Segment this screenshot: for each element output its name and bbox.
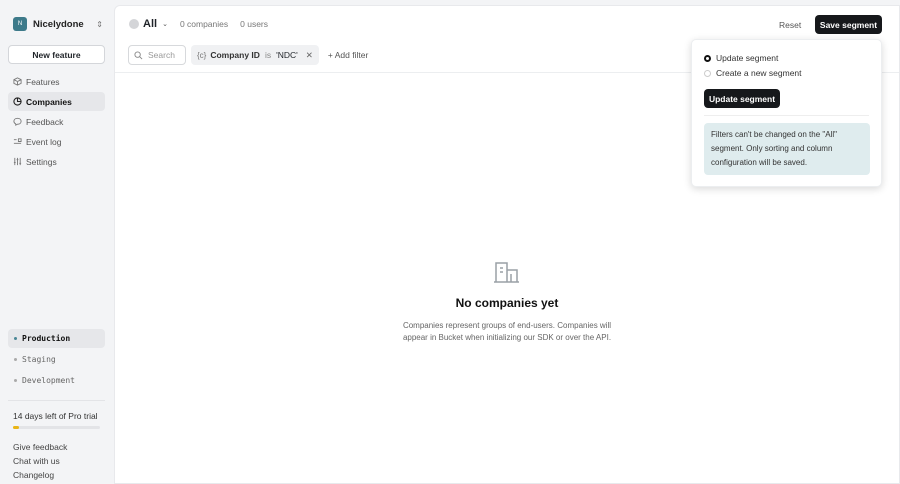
env-dot-icon xyxy=(14,337,17,340)
companies-count: 0 companies xyxy=(179,19,229,29)
environment-list: Production Staging Development xyxy=(8,329,105,392)
sidebar-item-label: Features xyxy=(26,76,60,87)
env-staging[interactable]: Staging xyxy=(8,350,105,369)
env-label: Production xyxy=(22,334,71,343)
trial-progress-bar xyxy=(13,426,100,429)
empty-description: Companies represent groups of end-users.… xyxy=(115,320,899,344)
env-development[interactable]: Development xyxy=(8,371,105,390)
sidebar-item-feedback[interactable]: Feedback xyxy=(8,112,105,131)
info-note: Filters can't be changed on the "All" se… xyxy=(704,123,870,175)
trial-progress-fill xyxy=(13,426,20,429)
divider xyxy=(8,400,105,401)
give-feedback-link[interactable]: Give feedback xyxy=(13,442,67,456)
search-input[interactable]: Search xyxy=(128,45,186,65)
divider xyxy=(704,115,869,116)
chevron-down-icon[interactable]: ⌄ xyxy=(162,20,168,28)
empty-line: Companies represent groups of end-users.… xyxy=(402,321,612,330)
org-avatar: N xyxy=(13,17,27,31)
filter-chip[interactable]: {c} Company ID is 'NDC' ✕ xyxy=(191,45,319,65)
env-dot-icon xyxy=(14,358,17,361)
pie-icon xyxy=(13,97,22,106)
radio-unchecked-icon xyxy=(704,69,711,77)
search-icon xyxy=(134,50,143,59)
new-feature-button[interactable]: New feature xyxy=(8,45,105,64)
add-filter-button[interactable]: + Add filter xyxy=(328,50,368,60)
filter-value: 'NDC' xyxy=(276,50,298,60)
env-production[interactable]: Production xyxy=(8,329,105,348)
radio-label: Update segment xyxy=(716,53,779,63)
empty-line: appear in Bucket when initializing our S… xyxy=(402,333,612,342)
sidebar-item-label: Feedback xyxy=(26,116,64,127)
sidebar-item-label: Event log xyxy=(26,136,62,147)
chat-with-us-link[interactable]: Chat with us xyxy=(13,456,67,470)
sidebar-item-label: Companies xyxy=(26,96,72,107)
update-segment-button[interactable]: Update segment xyxy=(704,89,780,108)
chevron-updown-icon: ⇕ xyxy=(96,19,103,29)
sidebar-item-event-log[interactable]: Event log xyxy=(8,132,105,151)
sidebar: N Nicelydone ⇕ New feature Features Comp… xyxy=(0,0,114,484)
filter-field: Company ID xyxy=(210,50,260,60)
remove-filter-icon[interactable]: ✕ xyxy=(306,50,313,61)
org-name: Nicelydone xyxy=(33,18,84,30)
search-placeholder: Search xyxy=(148,50,175,60)
sidebar-item-settings[interactable]: Settings xyxy=(8,152,105,171)
chat-bubble-icon xyxy=(13,117,22,126)
segment-color-icon xyxy=(129,19,139,29)
plus-icon: + xyxy=(327,50,335,60)
users-count: 0 users xyxy=(240,19,269,29)
reset-button[interactable]: Reset xyxy=(779,20,801,30)
attribute-icon: {c} xyxy=(197,50,207,60)
save-segment-popover: Update segment Create a new segment Upda… xyxy=(691,39,882,187)
radio-label: Create a new segment xyxy=(716,68,802,78)
create-segment-radio[interactable]: Create a new segment xyxy=(704,68,802,78)
empty-state: No companies yet Companies represent gro… xyxy=(115,260,899,344)
org-switcher[interactable]: N Nicelydone ⇕ xyxy=(13,17,103,31)
empty-title: No companies yet xyxy=(455,296,559,310)
filter-operator: is xyxy=(264,50,272,60)
env-label: Staging xyxy=(22,355,56,364)
sidebar-nav: Features Companies Feedback Event log Se… xyxy=(8,72,105,172)
segment-selector[interactable]: All xyxy=(143,18,157,30)
sidebar-item-companies[interactable]: Companies xyxy=(8,92,105,111)
sidebar-item-label: Settings xyxy=(26,156,57,167)
building-icon xyxy=(494,262,519,283)
filter-bar: Search {c} Company ID is 'NDC' ✕ + Add f… xyxy=(128,45,368,65)
radio-checked-icon xyxy=(704,54,711,62)
changelog-link[interactable]: Changelog xyxy=(13,470,67,484)
env-label: Development xyxy=(22,376,75,385)
add-filter-label: Add filter xyxy=(334,50,369,60)
footer-links: Give feedback Chat with us Changelog xyxy=(13,442,67,484)
segment-header: All ⌄ 0 companies 0 users xyxy=(129,18,268,30)
sliders-icon xyxy=(13,157,22,166)
update-segment-radio[interactable]: Update segment xyxy=(704,53,778,63)
box-icon xyxy=(13,77,22,86)
save-segment-button[interactable]: Save segment xyxy=(815,15,882,34)
env-dot-icon xyxy=(14,379,17,382)
trial-text: 14 days left of Pro trial xyxy=(13,411,98,421)
log-icon xyxy=(13,138,22,144)
sidebar-item-features[interactable]: Features xyxy=(8,72,105,91)
